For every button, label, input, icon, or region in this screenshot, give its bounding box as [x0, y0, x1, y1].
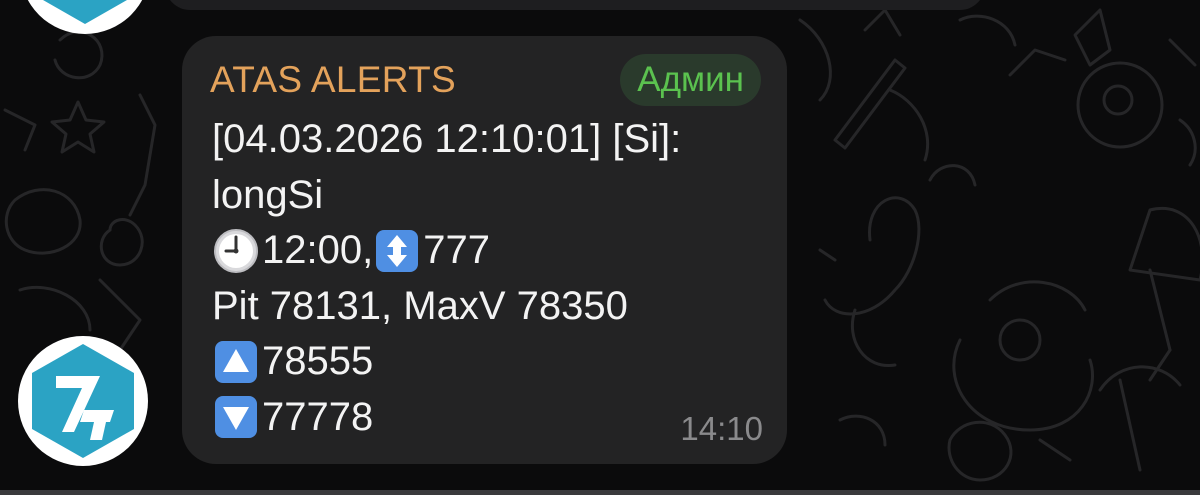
message-text: [04.03.2026 12:10:01] [Si]: longSi 12:00… [212, 112, 681, 445]
previous-message-bubble [165, 0, 985, 10]
sender-name[interactable]: ATAS ALERTS [210, 58, 456, 102]
up-down-arrow-icon [376, 229, 419, 272]
up-arrow-icon [215, 340, 257, 383]
up-level-value: 78555 [262, 339, 374, 383]
atas-logo-icon [32, 344, 134, 458]
bottom-divider [0, 490, 1200, 495]
message-line-up: 78555 [212, 334, 681, 390]
admin-badge: Админ [620, 54, 761, 106]
sender-avatar[interactable] [18, 336, 148, 466]
clock-icon [214, 228, 258, 273]
message-line-pit-maxv: Pit 78131, MaxV 78350 [212, 283, 628, 328]
previous-sender-avatar[interactable] [20, 0, 150, 34]
message-time: 14:10 [680, 410, 763, 447]
message-line-signal: longSi [212, 172, 324, 217]
down-arrow-icon [215, 396, 257, 439]
message-line-time-volume: 12:00, 777 [212, 223, 681, 279]
message-line-down: 77778 [212, 390, 681, 446]
message-line-timestamp: [04.03.2026 12:10:01] [Si]: [212, 117, 682, 161]
atas-logo-icon [43, 0, 127, 24]
down-level-value: 77778 [262, 394, 374, 439]
time-value: 12:00, [262, 228, 374, 272]
volume-value: 777 [423, 228, 490, 272]
message-bubble[interactable]: ATAS ALERTS Админ [04.03.2026 12:10:01] … [182, 36, 787, 464]
